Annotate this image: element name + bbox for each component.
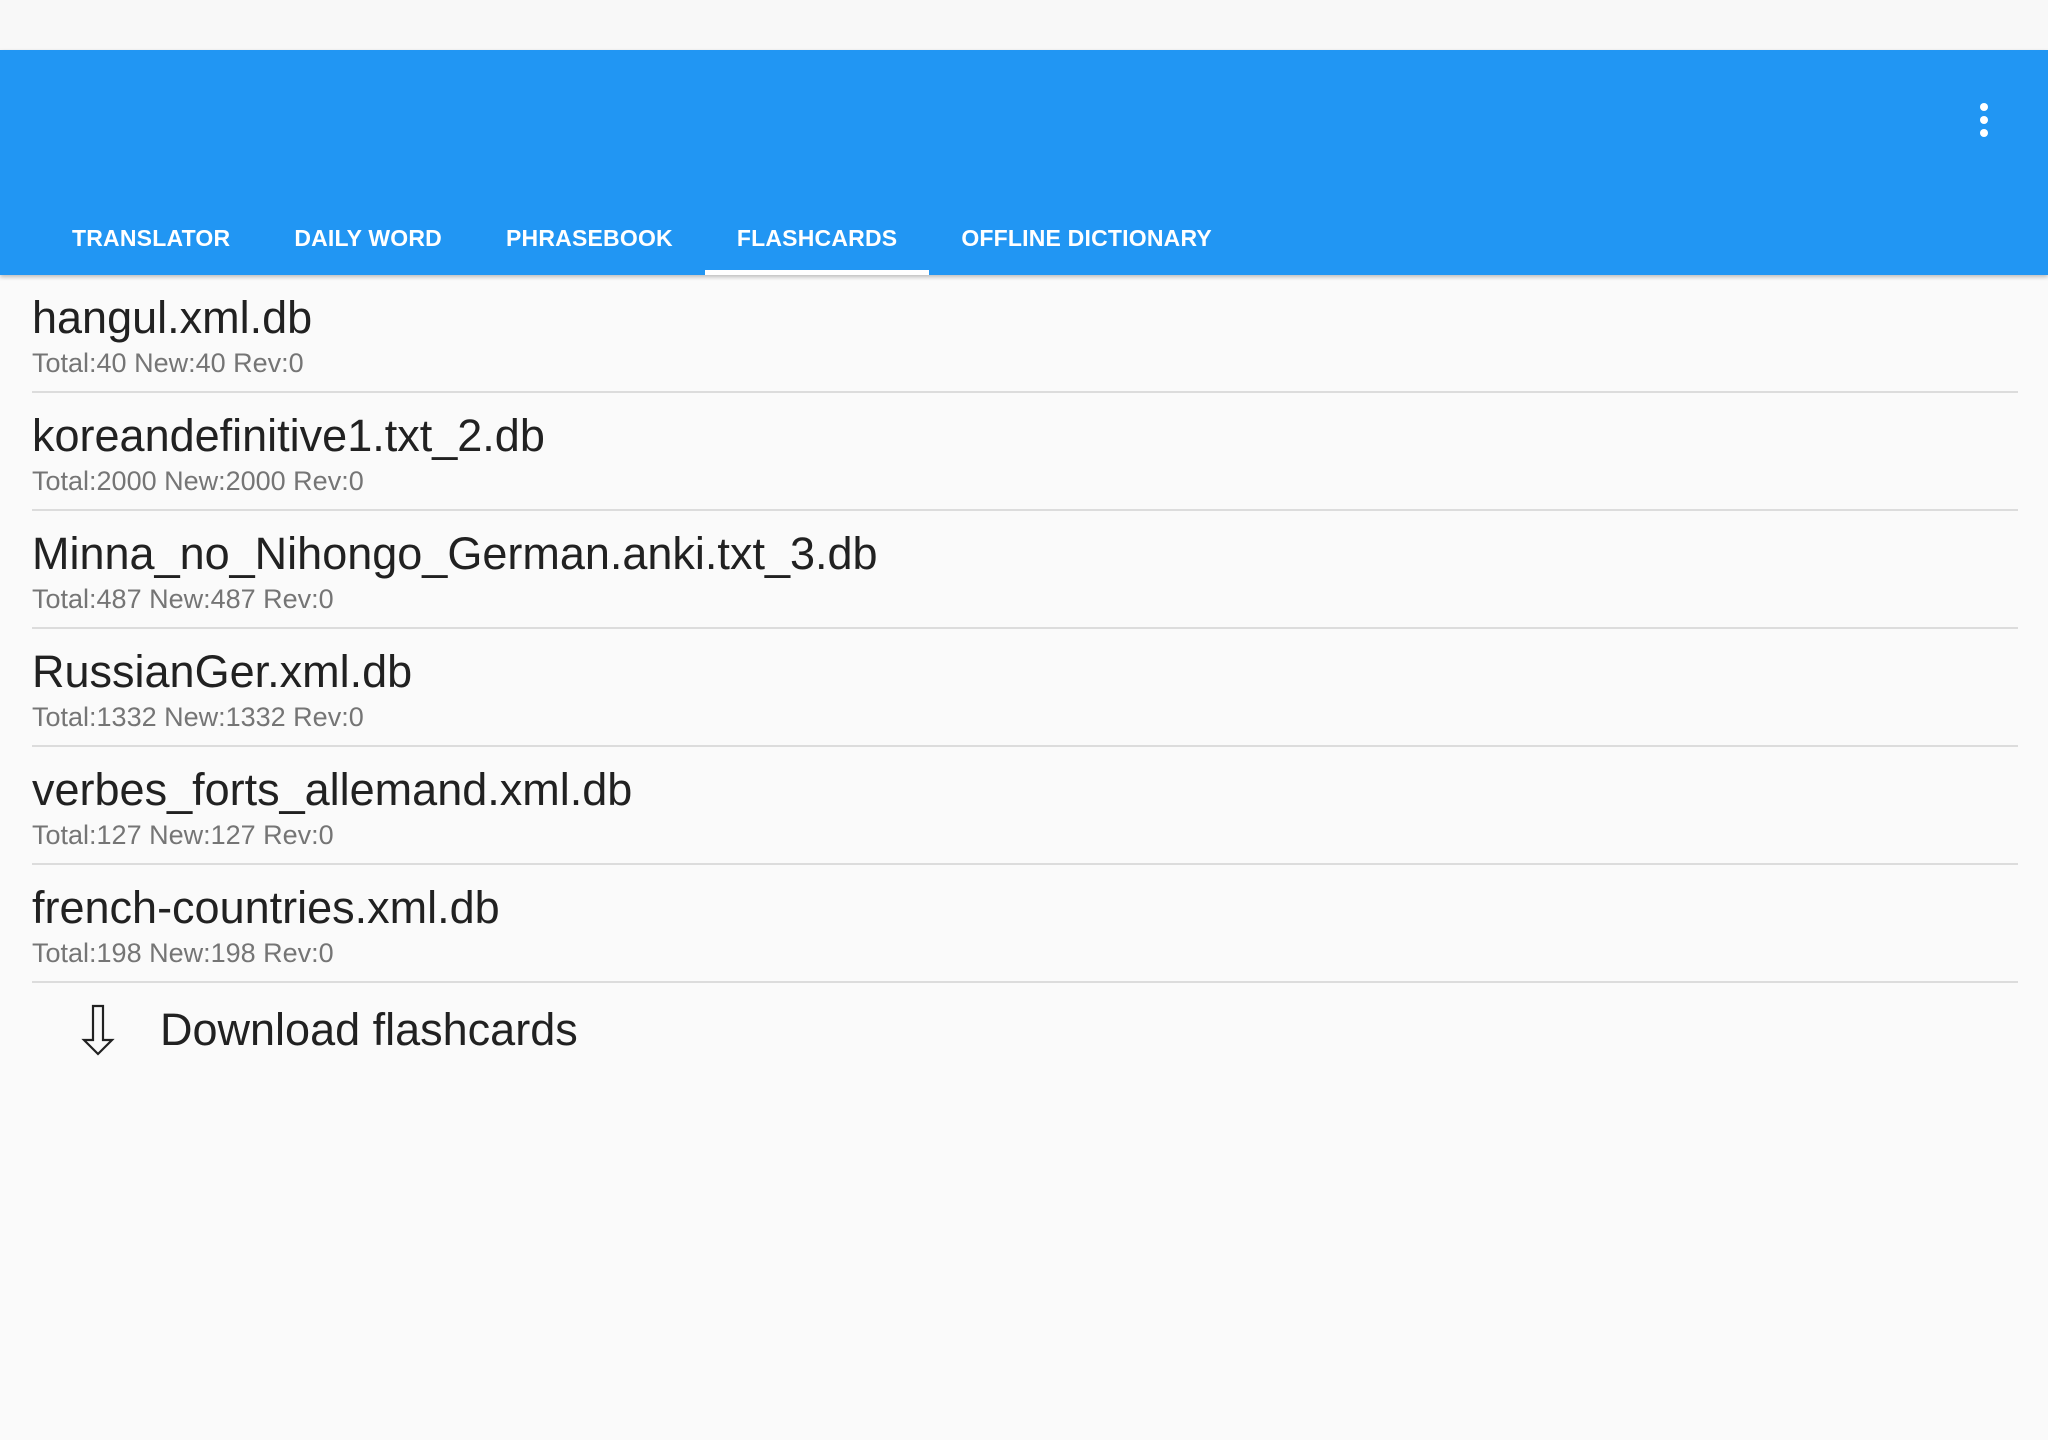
deck-stats: Total:1332 New:1332 Rev:0	[32, 702, 364, 732]
deck-stats: Total:198 New:198 Rev:0	[32, 938, 334, 968]
deck-name: koreandefinitive1.txt_2.db	[32, 410, 545, 461]
download-flashcards-label: Download flashcards	[160, 1004, 578, 1055]
list-item[interactable]: verbes_forts_allemand.xml.db Total:127 N…	[32, 747, 2018, 865]
menu-dot	[1980, 103, 1988, 111]
tab-phrasebook[interactable]: PHRASEBOOK	[474, 202, 705, 275]
deck-name: hangul.xml.db	[32, 292, 313, 343]
deck-name: RussianGer.xml.db	[32, 646, 413, 697]
menu-dot	[1980, 116, 1988, 124]
deck-name: verbes_forts_allemand.xml.db	[32, 764, 633, 815]
deck-stats: Total:487 New:487 Rev:0	[32, 584, 334, 614]
deck-name: Minna_no_Nihongo_German.anki.txt_3.db	[32, 528, 878, 579]
download-arrow-icon	[68, 1000, 128, 1060]
tab-bar: TRANSLATOR DAILY WORD PHRASEBOOK FLASHCA…	[40, 202, 1244, 275]
tab-offline-dictionary[interactable]: OFFLINE DICTIONARY	[929, 202, 1244, 275]
status-bar	[0, 0, 2048, 50]
list-item[interactable]: hangul.xml.db Total:40 New:40 Rev:0	[32, 275, 2018, 393]
menu-dot	[1980, 129, 1988, 137]
tab-daily-word[interactable]: DAILY WORD	[262, 202, 474, 275]
deck-stats: Total:2000 New:2000 Rev:0	[32, 466, 364, 496]
list-item[interactable]: koreandefinitive1.txt_2.db Total:2000 Ne…	[32, 393, 2018, 511]
tab-flashcards[interactable]: FLASHCARDS	[704, 202, 930, 275]
deck-stats: Total:40 New:40 Rev:0	[32, 348, 304, 378]
tab-translator[interactable]: TRANSLATOR	[40, 202, 262, 275]
more-vert-icon[interactable]	[1964, 90, 2004, 150]
list-item[interactable]: RussianGer.xml.db Total:1332 New:1332 Re…	[32, 629, 2018, 747]
download-flashcards-button[interactable]: Download flashcards	[32, 990, 732, 1070]
deck-name: french-countries.xml.db	[32, 882, 500, 933]
app-bar: TRANSLATOR DAILY WORD PHRASEBOOK FLASHCA…	[0, 50, 2048, 275]
deck-stats: Total:127 New:127 Rev:0	[32, 820, 334, 850]
list-item[interactable]: Minna_no_Nihongo_German.anki.txt_3.db To…	[32, 511, 2018, 629]
flashcard-deck-list: hangul.xml.db Total:40 New:40 Rev:0 kore…	[32, 275, 2018, 983]
list-item[interactable]: french-countries.xml.db Total:198 New:19…	[32, 865, 2018, 983]
